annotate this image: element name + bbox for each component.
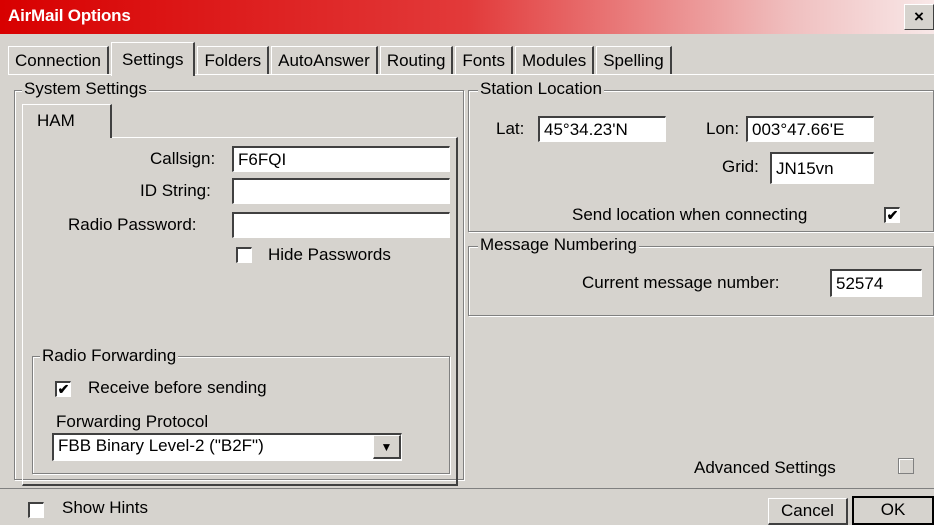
tab-settings[interactable]: Settings: [111, 42, 196, 76]
id-string-input[interactable]: [232, 178, 450, 204]
send-location-label: Send location when connecting: [572, 205, 808, 224]
dropdown-arrow-icon[interactable]: ▼: [373, 435, 401, 459]
tab-label: AutoAnswer: [278, 50, 370, 70]
grid-label: Grid:: [722, 157, 759, 176]
hide-passwords-label: Hide Passwords: [268, 245, 391, 264]
checkmark-icon: ✔: [886, 207, 899, 223]
hide-passwords-checkbox[interactable]: [236, 247, 252, 263]
title-bar: [0, 0, 934, 34]
send-location-checkbox[interactable]: ✔: [884, 207, 900, 223]
tab-label: Folders: [204, 50, 262, 70]
ok-button[interactable]: OK: [852, 496, 934, 525]
advanced-settings-label: Advanced Settings: [694, 458, 836, 477]
tab-fonts[interactable]: Fonts: [455, 46, 513, 74]
cancel-button[interactable]: Cancel: [768, 498, 848, 525]
tab-folders[interactable]: Folders: [197, 46, 270, 74]
close-button[interactable]: ×: [904, 4, 934, 30]
checkmark-icon: ✔: [57, 381, 70, 397]
system-settings-legend: System Settings: [22, 79, 149, 99]
show-hints-checkbox[interactable]: [28, 502, 44, 518]
id-string-label: ID String:: [140, 181, 211, 200]
tab-label: Routing: [386, 50, 446, 70]
subtab-ham[interactable]: HAM: [22, 104, 112, 138]
grid-input[interactable]: [770, 152, 874, 184]
radio-password-input[interactable]: [232, 212, 450, 238]
forwarding-protocol-select[interactable]: FBB Binary Level-2 ("B2F") ▼: [52, 433, 402, 461]
advanced-settings-checkbox[interactable]: [898, 458, 914, 474]
callsign-label: Callsign:: [150, 149, 216, 168]
receive-before-sending-checkbox[interactable]: ✔: [55, 381, 71, 397]
forwarding-protocol-label: Forwarding Protocol: [56, 412, 209, 431]
tab-spelling[interactable]: Spelling: [596, 46, 672, 74]
tab-label: Spelling: [603, 50, 664, 70]
radio-password-label: Radio Password:: [68, 215, 197, 234]
forwarding-protocol-value: FBB Binary Level-2 ("B2F"): [58, 436, 264, 455]
tab-routing[interactable]: Routing: [379, 46, 454, 74]
message-numbering-legend: Message Numbering: [478, 235, 639, 255]
tab-autoanswer[interactable]: AutoAnswer: [271, 46, 378, 74]
show-hints-label: Show Hints: [62, 498, 148, 517]
tab-label: Connection: [15, 50, 102, 70]
tab-label: Modules: [521, 50, 587, 70]
tab-label: Fonts: [462, 50, 505, 70]
lon-input[interactable]: [746, 116, 874, 142]
tab-strip: Connection Settings Folders AutoAnswer R…: [8, 40, 674, 76]
tab-connection[interactable]: Connection: [8, 46, 110, 74]
receive-before-sending-label: Receive before sending: [88, 378, 267, 397]
lon-label: Lon:: [706, 119, 740, 138]
window-title: AirMail Options: [8, 6, 131, 25]
lat-input[interactable]: [538, 116, 666, 142]
radio-forwarding-legend: Radio Forwarding: [40, 346, 179, 366]
ok-button-label: OK: [880, 500, 906, 519]
subtab-ham-label: HAM: [37, 111, 75, 130]
tab-modules[interactable]: Modules: [514, 46, 595, 74]
current-message-number-label: Current message number:: [582, 273, 780, 292]
close-icon: ×: [914, 7, 924, 26]
callsign-input[interactable]: [232, 146, 450, 172]
lat-label: Lat:: [496, 119, 525, 138]
footer-divider: [0, 488, 934, 489]
station-location-legend: Station Location: [478, 79, 604, 99]
current-message-number-input[interactable]: [830, 269, 922, 297]
tab-label: Settings: [122, 49, 184, 69]
